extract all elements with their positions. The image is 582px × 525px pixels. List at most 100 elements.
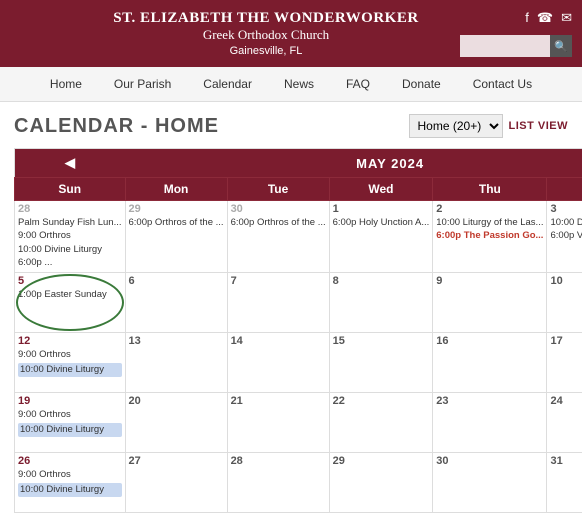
calendar-event[interactable]: Palm Sunday Fish Lun... [18, 217, 122, 229]
calendar-event[interactable]: 10:00 Divine Liturgy [18, 483, 122, 497]
day-name-sun: Sun [15, 178, 126, 201]
calendar-event[interactable]: 6:00p Holy Unction A... [333, 217, 430, 229]
nav-home[interactable]: Home [34, 67, 98, 101]
day-number: 26 [18, 455, 122, 467]
calendar-event[interactable]: 10:00 Decorate the To... [550, 217, 582, 229]
calendar-day-cell[interactable]: 14 [227, 333, 329, 393]
church-location: Gainesville, FL [10, 45, 522, 57]
day-number: 21 [231, 395, 326, 407]
calendar-day-cell[interactable]: 12 9:00 Orthros 10:00 Divine Liturgy [15, 333, 126, 393]
calendar-event[interactable]: 10:00 Divine Liturgy [18, 423, 122, 437]
phone-icon[interactable]: ☎ [537, 10, 553, 26]
social-icons: f ☎ ✉ [525, 10, 572, 26]
day-number: 9 [436, 275, 543, 287]
calendar-day-cell[interactable]: 24 [547, 393, 582, 453]
prev-month-button[interactable]: ◀ [15, 149, 126, 178]
day-name-wed: Wed [329, 178, 433, 201]
nav-faq[interactable]: FAQ [330, 67, 386, 101]
day-number: 12 [18, 335, 122, 347]
day-number: 15 [333, 335, 430, 347]
calendar-event[interactable]: 10:00 Divine Liturgy [18, 363, 122, 377]
month-year-label: MAY 2024 [125, 149, 582, 178]
calendar-event[interactable]: 9:00 Orthros [18, 230, 122, 242]
calendar-day-cell[interactable]: 26 9:00 Orthros 10:00 Divine Liturgy [15, 453, 126, 513]
main-nav: Home Our Parish Calendar News FAQ Donate… [0, 67, 582, 102]
calendar-day-cell[interactable]: 13 [125, 333, 227, 393]
day-number: 30 [436, 455, 543, 467]
calendar-week-row: 26 9:00 Orthros 10:00 Divine Liturgy 272829… [15, 453, 582, 513]
calendar-day-cell[interactable]: 28 [227, 453, 329, 513]
nav-news[interactable]: News [268, 67, 330, 101]
nav-our-parish[interactable]: Our Parish [98, 67, 187, 101]
calendar-title: CALENDAR - HOME [14, 115, 219, 138]
calendar-day-cell[interactable]: 28Palm Sunday Fish Lun...9:00 Orthros10:… [15, 201, 126, 273]
calendar-day-cell[interactable]: 1 6:00p Holy Unction A... [329, 201, 433, 273]
search-bar: 🔍 [460, 35, 572, 57]
calendar-body: 28Palm Sunday Fish Lun...9:00 Orthros10:… [15, 201, 582, 513]
calendar-day-cell[interactable]: 3 10:00 Decorate the To...6:00p Vespers R… [547, 201, 582, 273]
calendar-day-cell[interactable]: 210:00 Liturgy of the Las...6:00p The Pa… [433, 201, 547, 273]
calendar-day-cell[interactable]: 22 [329, 393, 433, 453]
calendar-event[interactable]: 9:00 Orthros [18, 349, 122, 361]
nav-calendar[interactable]: Calendar [187, 67, 268, 101]
calendar-event[interactable]: 9:00 Orthros [18, 469, 122, 481]
calendar-day-cell[interactable]: 9 [433, 273, 547, 333]
calendar-day-cell[interactable]: 30 [433, 453, 547, 513]
day-name-fri: Fri [547, 178, 582, 201]
facebook-icon[interactable]: f [525, 10, 529, 26]
calendar-day-cell[interactable]: 10 [547, 273, 582, 333]
calendar-event[interactable]: 1:00p Easter Sunday [18, 289, 122, 301]
calendar-event[interactable]: 6:00p Vespers Remov... [550, 230, 582, 242]
calendar-table: ◀ MAY 2024 ▶ Sun Mon Tue Wed Thu Fri Sat… [14, 148, 582, 513]
calendar-nav-row: ◀ MAY 2024 ▶ [15, 149, 582, 178]
calendar-wrapper: CALENDAR - HOME Home (20+) LIST VIEW ◀ M… [0, 102, 582, 525]
calendar-week-row: 28Palm Sunday Fish Lun...9:00 Orthros10:… [15, 201, 582, 273]
day-name-mon: Mon [125, 178, 227, 201]
calendar-day-cell[interactable]: 199:00 Orthros10:00 Divine Liturgy [15, 393, 126, 453]
calendar-day-cell[interactable]: 21 [227, 393, 329, 453]
calendar-day-cell[interactable]: 8 [329, 273, 433, 333]
calendar-event[interactable]: 9:00 Orthros [18, 409, 122, 421]
day-number: 1 [333, 203, 430, 215]
day-number: 14 [231, 335, 326, 347]
site-header: St. Elizabeth the Wonderworker Greek Ort… [0, 0, 582, 67]
list-view-button[interactable]: LIST VIEW [509, 120, 569, 132]
calendar-day-cell[interactable]: 6 [125, 273, 227, 333]
calendar-day-cell[interactable]: 20 [125, 393, 227, 453]
day-number: 16 [436, 335, 543, 347]
calendar-day-cell[interactable]: 5 1:00p Easter Sunday [15, 273, 126, 333]
calendar-day-cell[interactable]: 7 [227, 273, 329, 333]
calendar-day-cell[interactable]: 29 [329, 453, 433, 513]
calendar-controls: Home (20+) LIST VIEW [409, 114, 569, 138]
calendar-day-cell[interactable]: 15 [329, 333, 433, 393]
calendar-event[interactable]: 10:00 Divine Liturgy [18, 244, 122, 256]
email-icon[interactable]: ✉ [561, 10, 572, 26]
calendar-event[interactable]: 6:00p Orthros of the ... [231, 217, 326, 229]
search-button[interactable]: 🔍 [550, 35, 572, 57]
calendar-day-cell[interactable]: 29 6:00p Orthros of the ... [125, 201, 227, 273]
calendar-event[interactable]: 6:00p Orthros of the ... [129, 217, 224, 229]
calendar-event[interactable]: 6:00p The Passion Go... [436, 230, 543, 242]
calendar-day-cell[interactable]: 31 [547, 453, 582, 513]
day-number: 29 [129, 203, 224, 215]
calendar-day-cell[interactable]: 306:00p Orthros of the ... [227, 201, 329, 273]
calendar-day-cell[interactable]: 16 [433, 333, 547, 393]
day-number: 3 [550, 203, 582, 215]
search-input[interactable] [460, 35, 550, 57]
view-dropdown[interactable]: Home (20+) [409, 114, 503, 138]
day-number: 27 [129, 455, 224, 467]
nav-contact-us[interactable]: Contact Us [457, 67, 548, 101]
day-number: 13 [129, 335, 224, 347]
day-number: 5 [18, 275, 122, 287]
calendar-day-cell[interactable]: 27 [125, 453, 227, 513]
day-number: 17 [550, 335, 582, 347]
calendar-day-cell[interactable]: 23 [433, 393, 547, 453]
calendar-event[interactable]: 6:00p ... [18, 257, 122, 269]
church-name-line1: St. Elizabeth the Wonderworker [10, 10, 522, 27]
day-number: 8 [333, 275, 430, 287]
day-number: 31 [550, 455, 582, 467]
calendar-week-row: 12 9:00 Orthros 10:00 Divine Liturgy 13 14 15… [15, 333, 582, 393]
calendar-event[interactable]: 10:00 Liturgy of the Las... [436, 217, 543, 229]
calendar-day-cell[interactable]: 17 [547, 333, 582, 393]
nav-donate[interactable]: Donate [386, 67, 457, 101]
